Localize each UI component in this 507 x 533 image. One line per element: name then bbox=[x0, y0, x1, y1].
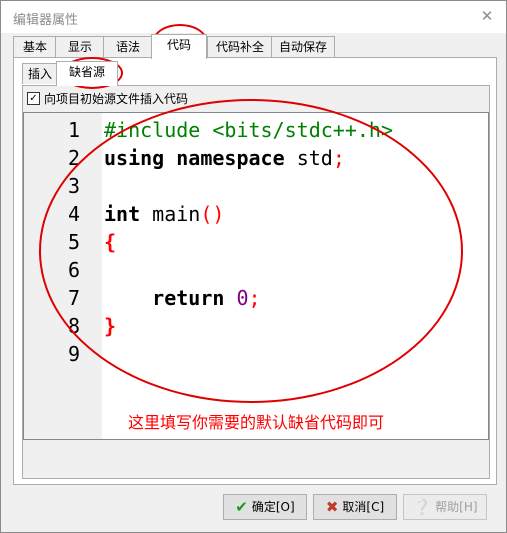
editor-properties-dialog: 编辑器属性 ✕ 基本 显示 语法 代码 代码补全 自动保存 插入 缺省源 ✓ 向… bbox=[0, 0, 507, 533]
tab-basic[interactable]: 基本 bbox=[13, 36, 57, 57]
insert-code-checkbox[interactable]: ✓ 向项目初始源文件插入代码 bbox=[27, 90, 188, 106]
line-number: 1 bbox=[67, 118, 80, 142]
subtab-default-source[interactable]: 缺省源 bbox=[56, 61, 118, 86]
line-number: 2 bbox=[67, 146, 80, 170]
window-title: 编辑器属性 bbox=[13, 13, 79, 28]
tab-autosave[interactable]: 自动保存 bbox=[271, 36, 335, 57]
checkbox-checked-icon[interactable]: ✓ bbox=[27, 91, 40, 105]
checkbox-label: 向项目初始源文件插入代码 bbox=[44, 91, 189, 106]
tab-code-completion[interactable]: 代码补全 bbox=[207, 36, 273, 57]
cross-icon: ✖ bbox=[325, 498, 339, 516]
close-icon[interactable]: ✕ bbox=[478, 7, 496, 25]
cancel-button[interactable]: ✖ 取消[C] bbox=[313, 494, 397, 520]
title-bar: 编辑器属性 ✕ bbox=[1, 1, 506, 33]
tab-code[interactable]: 代码 bbox=[151, 34, 207, 59]
question-icon: ❔ bbox=[412, 498, 432, 516]
help-button[interactable]: ❔ 帮助[H] bbox=[403, 494, 487, 520]
annotation-text: 这里填写你需要的默认缺省代码即可 bbox=[128, 413, 385, 432]
check-icon: ✔ bbox=[235, 498, 248, 516]
tab-display[interactable]: 显示 bbox=[55, 36, 105, 57]
subtab-insert[interactable]: 插入 bbox=[22, 63, 58, 84]
highlight-circle-code bbox=[39, 99, 463, 403]
line-number: 9 bbox=[67, 342, 80, 366]
ok-button[interactable]: ✔ 确定[O] bbox=[223, 494, 307, 520]
tab-syntax[interactable]: 语法 bbox=[103, 36, 153, 57]
